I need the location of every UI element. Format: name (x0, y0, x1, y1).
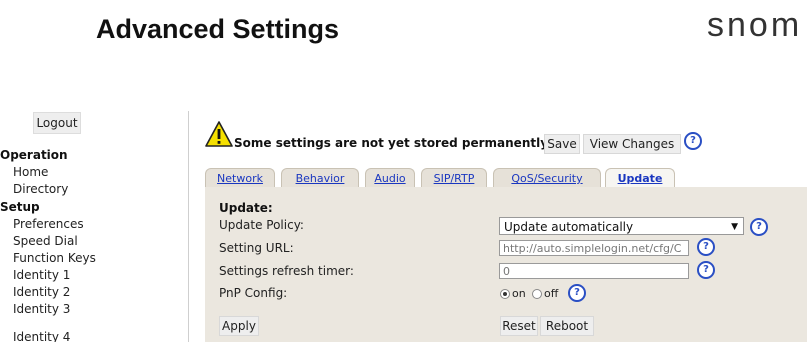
sidebar-divider (188, 111, 189, 342)
pnp-on-radio[interactable] (500, 289, 510, 299)
unsaved-settings-warning: Some settings are not yet stored permane… (234, 136, 552, 150)
section-title: Update: (219, 201, 273, 215)
nav-item-preferences[interactable]: Preferences (13, 217, 84, 231)
update-settings-panel: Update: Update Policy: Update automatica… (205, 187, 807, 342)
logout-button[interactable]: Logout (33, 112, 81, 134)
reset-button[interactable]: Reset (500, 316, 538, 336)
nav-item-identity-1[interactable]: Identity 1 (13, 268, 70, 282)
dropdown-arrow-icon: ▼ (731, 222, 738, 232)
nav-item-identity-2[interactable]: Identity 2 (13, 285, 70, 299)
snom-logo: snom (707, 6, 803, 44)
view-changes-button[interactable]: View Changes (583, 134, 681, 154)
save-button[interactable]: Save (544, 134, 580, 154)
sidebar: Logout Operation Home Directory Setup Pr… (0, 104, 185, 342)
warning-icon (205, 121, 233, 147)
nav-item-function-keys[interactable]: Function Keys (13, 251, 96, 265)
nav-item-home[interactable]: Home (13, 165, 48, 179)
tab-sip-rtp[interactable]: SIP/RTP (421, 168, 487, 188)
pnp-on-label: on (512, 287, 526, 300)
help-icon[interactable]: ? (684, 132, 702, 150)
nav-item-identity-4[interactable]: Identity 4 (13, 330, 70, 342)
refresh-timer-input[interactable]: 0 (499, 263, 689, 279)
tab-network[interactable]: Network (205, 168, 275, 188)
update-policy-label: Update Policy: (219, 218, 304, 232)
apply-button[interactable]: Apply (219, 316, 259, 336)
pnp-off-radio[interactable] (532, 289, 542, 299)
help-icon[interactable]: ? (697, 238, 715, 256)
reboot-button[interactable]: Reboot (540, 316, 594, 336)
pnp-config-label: PnP Config: (219, 286, 288, 300)
nav-group-operation: Operation (0, 148, 68, 162)
nav-item-speed-dial[interactable]: Speed Dial (13, 234, 78, 248)
nav-item-directory[interactable]: Directory (13, 182, 68, 196)
tab-audio[interactable]: Audio (365, 168, 415, 188)
tab-behavior[interactable]: Behavior (281, 168, 359, 188)
tab-qos-security[interactable]: QoS/Security (493, 168, 601, 188)
tab-update[interactable]: Update (605, 168, 675, 188)
nav-group-setup: Setup (0, 200, 40, 214)
setting-url-input[interactable]: http://auto.simplelogin.net/cfg/C (499, 240, 689, 256)
help-icon[interactable]: ? (697, 261, 715, 279)
refresh-timer-label: Settings refresh timer: (219, 264, 354, 278)
pnp-off-label: off (544, 287, 559, 300)
help-icon[interactable]: ? (750, 218, 768, 236)
setting-url-label: Setting URL: (219, 241, 294, 255)
nav-item-identity-3[interactable]: Identity 3 (13, 302, 70, 316)
page-title: Advanced Settings (96, 14, 340, 44)
help-icon[interactable]: ? (568, 284, 586, 302)
update-policy-value: Update automatically (504, 220, 634, 234)
update-policy-select[interactable]: Update automatically ▼ (499, 217, 744, 235)
